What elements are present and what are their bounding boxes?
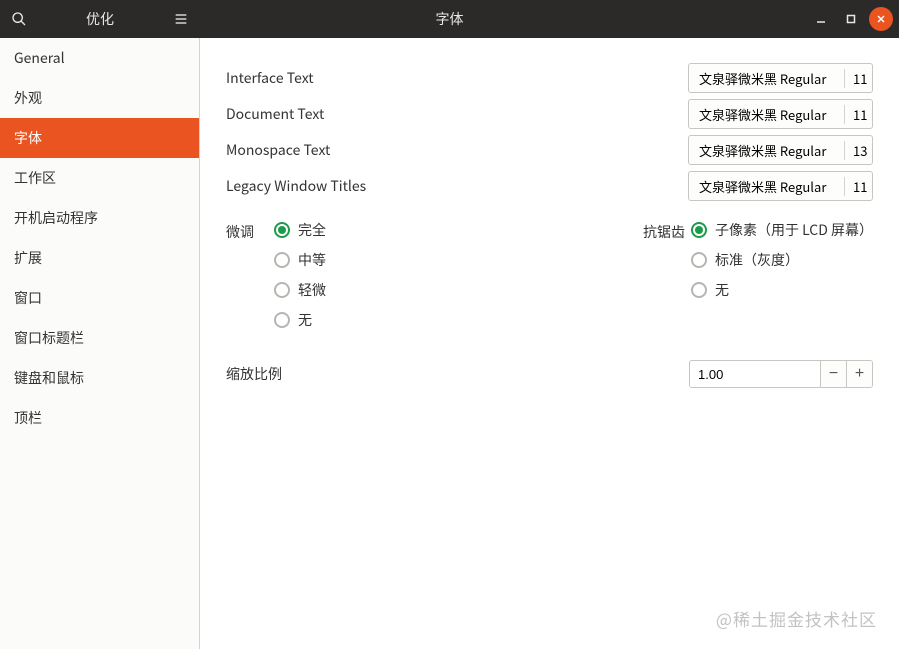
- font-chooser-button[interactable]: 文泉驿微米黑 Regular 11: [688, 171, 873, 201]
- watermark: @稀土掘金技术社区: [716, 606, 877, 631]
- font-size: 11: [844, 105, 866, 124]
- sidebar-item-2[interactable]: 字体: [0, 118, 199, 158]
- font-name: 文泉驿微米黑 Regular: [699, 141, 836, 160]
- hinting-option-label: 中等: [298, 250, 326, 270]
- scale-input[interactable]: [690, 361, 820, 387]
- font-size: 13: [844, 141, 866, 160]
- font-row-label: Monospace Text: [226, 140, 506, 160]
- main-panel: Interface Text文泉驿微米黑 Regular11Document T…: [200, 38, 899, 649]
- hinting-option[interactable]: 中等: [274, 250, 326, 270]
- radio-icon: [691, 252, 707, 268]
- antialias-option-label: 子像素（用于 LCD 屏幕）: [715, 220, 873, 240]
- sidebar-item-6[interactable]: 窗口: [0, 278, 199, 318]
- antialias-option-label: 标准（灰度）: [715, 250, 799, 270]
- font-row: Interface Text 文泉驿微米黑 Regular 11: [226, 60, 873, 96]
- window-minimize-button[interactable]: [809, 7, 833, 31]
- antialias-option[interactable]: 标准（灰度）: [691, 250, 873, 270]
- font-row: Document Text 文泉驿微米黑 Regular 11: [226, 96, 873, 132]
- font-row-label: Interface Text: [226, 68, 506, 88]
- hinting-option[interactable]: 无: [274, 310, 326, 330]
- antialias-label: 抗锯齿: [643, 220, 691, 330]
- antialias-option[interactable]: 子像素（用于 LCD 屏幕）: [691, 220, 873, 240]
- sidebar-item-3[interactable]: 工作区: [0, 158, 199, 198]
- sidebar-item-4[interactable]: 开机启动程序: [0, 198, 199, 238]
- radio-icon: [691, 282, 707, 298]
- hamburger-menu-icon[interactable]: [162, 0, 200, 38]
- radio-icon: [691, 222, 707, 238]
- sidebar-item-8[interactable]: 键盘和鼠标: [0, 358, 199, 398]
- sidebar-item-0[interactable]: General: [0, 38, 199, 78]
- font-name: 文泉驿微米黑 Regular: [699, 177, 836, 196]
- window-close-button[interactable]: [869, 7, 893, 31]
- hinting-option-label: 轻微: [298, 280, 326, 300]
- radio-icon: [274, 222, 290, 238]
- hinting-option-label: 完全: [298, 220, 326, 240]
- font-name: 文泉驿微米黑 Regular: [699, 105, 836, 124]
- hinting-label: 微调: [226, 220, 274, 330]
- font-row: Legacy Window Titles 文泉驿微米黑 Regular 11: [226, 168, 873, 204]
- hinting-option[interactable]: 轻微: [274, 280, 326, 300]
- antialias-option-label: 无: [715, 280, 729, 300]
- font-chooser-button[interactable]: 文泉驿微米黑 Regular 11: [688, 99, 873, 129]
- sidebar: General外观字体工作区开机启动程序扩展窗口窗口标题栏键盘和鼠标顶栏: [0, 38, 200, 649]
- title-bar: 优化 字体: [0, 0, 899, 38]
- window-maximize-button[interactable]: [839, 7, 863, 31]
- scale-increment-button[interactable]: +: [846, 361, 872, 387]
- font-row: Monospace Text 文泉驿微米黑 Regular 13: [226, 132, 873, 168]
- search-icon[interactable]: [0, 0, 38, 38]
- font-size: 11: [844, 69, 866, 88]
- font-size: 11: [844, 177, 866, 196]
- scale-decrement-button[interactable]: −: [820, 361, 846, 387]
- radio-icon: [274, 252, 290, 268]
- radio-icon: [274, 282, 290, 298]
- hinting-option[interactable]: 完全: [274, 220, 326, 240]
- sidebar-item-7[interactable]: 窗口标题栏: [0, 318, 199, 358]
- scale-spinbox: − +: [689, 360, 873, 388]
- antialias-option[interactable]: 无: [691, 280, 873, 300]
- app-title: 优化: [38, 9, 162, 29]
- sidebar-item-1[interactable]: 外观: [0, 78, 199, 118]
- font-name: 文泉驿微米黑 Regular: [699, 69, 836, 88]
- font-row-label: Legacy Window Titles: [226, 176, 506, 196]
- font-chooser-button[interactable]: 文泉驿微米黑 Regular 11: [688, 63, 873, 93]
- sidebar-item-9[interactable]: 顶栏: [0, 398, 199, 438]
- font-row-label: Document Text: [226, 104, 506, 124]
- radio-icon: [274, 312, 290, 328]
- sidebar-item-5[interactable]: 扩展: [0, 238, 199, 278]
- hinting-option-label: 无: [298, 310, 312, 330]
- font-chooser-button[interactable]: 文泉驿微米黑 Regular 13: [688, 135, 873, 165]
- scale-label: 缩放比例: [226, 364, 506, 384]
